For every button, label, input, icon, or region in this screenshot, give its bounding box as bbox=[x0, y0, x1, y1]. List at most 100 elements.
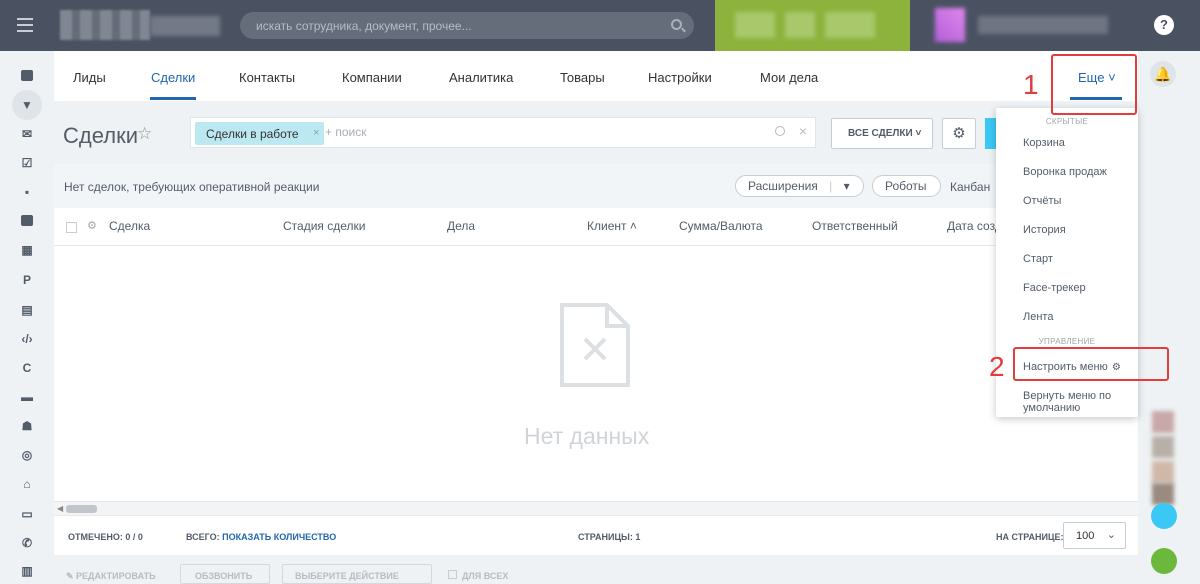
tab-deals[interactable]: Сделки bbox=[151, 70, 195, 85]
global-search bbox=[240, 12, 694, 39]
chevron-down-icon[interactable]: ▾ bbox=[844, 179, 850, 193]
extensions-button[interactable]: Расширения | ▾ bbox=[735, 175, 864, 197]
avatar[interactable] bbox=[1152, 461, 1174, 483]
select-action-dropdown[interactable]: ВЫБЕРИТЕ ДЕЙСТВИЕ bbox=[282, 564, 432, 584]
all-deals-button[interactable]: ВСЕ СДЕЛКИ ˅ bbox=[831, 118, 933, 149]
tasks-icon[interactable]: ☑ bbox=[18, 154, 36, 172]
global-search-input[interactable] bbox=[240, 12, 640, 39]
nav-letter-c[interactable]: C bbox=[18, 359, 36, 377]
code-icon[interactable]: ‹/› bbox=[18, 330, 36, 348]
mail-icon[interactable]: ✉ bbox=[18, 125, 36, 143]
total-count: ВСЕГО: ПОКАЗАТЬ КОЛИЧЕСТВО bbox=[186, 532, 336, 542]
column-header[interactable]: Дата созд bbox=[947, 219, 1002, 233]
active-tab-indicator bbox=[150, 97, 196, 100]
user-name[interactable] bbox=[978, 16, 1108, 34]
column-header[interactable]: Ответственный bbox=[812, 219, 898, 233]
tab-settings[interactable]: Настройки bbox=[648, 70, 712, 85]
highlight-box-2 bbox=[1013, 347, 1169, 381]
employees-icon[interactable]: ☗ bbox=[18, 417, 36, 435]
menu-item-face-tracker[interactable]: Face-трекер bbox=[1023, 282, 1086, 294]
scroll-thumb[interactable] bbox=[66, 505, 97, 513]
tab-analytics[interactable]: Аналитика bbox=[449, 70, 513, 85]
filter-search-input[interactable] bbox=[325, 125, 625, 139]
feed-icon[interactable] bbox=[18, 67, 36, 85]
book-icon[interactable]: ▤ bbox=[18, 301, 36, 319]
column-header[interactable]: Дела bbox=[447, 219, 475, 233]
group-actions-bar: ✎ РЕДАКТИРОВАТЬ ОБЗВОНИТЬ ВЫБЕРИТЕ ДЕЙСТ… bbox=[54, 561, 1138, 584]
gear-icon[interactable]: ⚙ bbox=[942, 118, 976, 149]
avatar[interactable] bbox=[1152, 436, 1174, 458]
tab-companies[interactable]: Компании bbox=[342, 70, 402, 85]
horizontal-scrollbar[interactable]: ◀ bbox=[54, 501, 1138, 515]
column-header[interactable]: Сделка bbox=[109, 219, 150, 233]
step-number-2: 2 bbox=[989, 351, 1005, 382]
open-lines-icon[interactable] bbox=[1151, 503, 1177, 529]
call-icon[interactable] bbox=[1151, 548, 1177, 574]
per-page-value: 100 bbox=[1076, 530, 1095, 542]
column-header[interactable]: Сумма/Валюта bbox=[679, 219, 763, 233]
drive-icon[interactable]: ▬ bbox=[18, 388, 36, 406]
search-icon[interactable] bbox=[775, 126, 785, 136]
menu-item-history[interactable]: История bbox=[1023, 224, 1066, 236]
column-header[interactable]: Клиент ˄ bbox=[587, 219, 637, 233]
select-all-checkbox[interactable] bbox=[66, 222, 77, 233]
filter-chip[interactable]: Сделки в работе × bbox=[195, 122, 324, 145]
apps-grid-icon[interactable]: ▦ bbox=[18, 241, 36, 259]
target-icon[interactable]: ◎ bbox=[18, 446, 36, 464]
bell-icon[interactable]: 🔔 bbox=[1150, 61, 1176, 87]
show-count-link[interactable]: ПОКАЗАТЬ КОЛИЧЕСТВО bbox=[222, 532, 336, 542]
work-status-block[interactable] bbox=[715, 0, 910, 51]
marked-value: 0 / 0 bbox=[125, 532, 143, 542]
reset-menu-item[interactable]: Вернуть меню по умолчанию bbox=[1023, 390, 1138, 414]
clear-icon[interactable]: × bbox=[799, 123, 807, 139]
hidden-section-title: СКРЫТЫЕ bbox=[1045, 117, 1089, 126]
avatar[interactable] bbox=[1152, 483, 1174, 505]
filter-chip-label: Сделки в работе bbox=[206, 127, 299, 141]
help-button[interactable]: ? bbox=[1154, 15, 1174, 35]
pages-label: СТРАНИЦЫ: bbox=[578, 532, 633, 542]
edit-button[interactable]: ✎ РЕДАКТИРОВАТЬ bbox=[66, 571, 156, 582]
tab-contacts[interactable]: Контакты bbox=[239, 70, 295, 85]
right-bar: 🔔 bbox=[1138, 51, 1200, 579]
robots-button[interactable]: Роботы bbox=[872, 175, 941, 197]
extensions-label: Расширения bbox=[748, 179, 818, 193]
store-icon[interactable]: ⌂ bbox=[18, 475, 36, 493]
tab-products[interactable]: Товары bbox=[560, 70, 605, 85]
contacts-card-icon[interactable] bbox=[18, 212, 36, 230]
nav-letter-p[interactable]: P bbox=[18, 271, 36, 289]
menu-item-sales-funnel[interactable]: Воронка продаж bbox=[1023, 166, 1107, 178]
grid-header: ⚙ Сделка Стадия сделки Дела Клиент ˄ Сум… bbox=[54, 208, 1138, 246]
scroll-left-icon[interactable]: ◀ bbox=[57, 504, 63, 513]
filter-funnel-icon[interactable]: ▼ bbox=[18, 96, 36, 114]
menu-item-trash[interactable]: Корзина bbox=[1023, 137, 1065, 149]
column-header[interactable]: Стадия сделки bbox=[283, 219, 365, 233]
search-icon[interactable] bbox=[671, 19, 682, 30]
bar-chart-icon[interactable]: ▥ bbox=[18, 562, 36, 580]
tab-my-activities[interactable]: Мои дела bbox=[760, 70, 818, 85]
star-icon[interactable]: ☆ bbox=[137, 124, 152, 144]
for-all-checkbox[interactable] bbox=[448, 570, 457, 579]
crm-tabs: Лиды Сделки Контакты Компании Аналитика … bbox=[54, 51, 1138, 101]
window-icon[interactable]: ▭ bbox=[18, 505, 36, 523]
divider: | bbox=[829, 179, 833, 193]
phone-icon[interactable]: ✆ bbox=[18, 534, 36, 552]
for-all-label: ДЛЯ ВСЕХ bbox=[462, 571, 509, 581]
tab-leads[interactable]: Лиды bbox=[73, 70, 106, 85]
menu-icon[interactable] bbox=[17, 18, 33, 32]
per-page-select[interactable]: 100 ⌄ bbox=[1063, 522, 1126, 549]
menu-item-feed[interactable]: Лента bbox=[1023, 311, 1053, 323]
menu-item-start[interactable]: Старт bbox=[1023, 253, 1053, 265]
close-icon[interactable]: × bbox=[313, 127, 319, 139]
chevron-down-icon: ⌄ bbox=[1106, 529, 1116, 541]
page-title: Сделки bbox=[63, 123, 138, 148]
deals-grid: ⚙ Сделка Стадия сделки Дела Клиент ˄ Сум… bbox=[54, 208, 1138, 515]
menu-item-reports[interactable]: Отчёты bbox=[1023, 195, 1061, 207]
pages-value[interactable]: 1 bbox=[635, 532, 640, 542]
avatar[interactable] bbox=[1152, 411, 1174, 433]
gear-icon[interactable]: ⚙ bbox=[87, 219, 97, 232]
kanban-view-link[interactable]: Канбан bbox=[950, 180, 990, 194]
call-button[interactable]: ОБЗВОНИТЬ bbox=[180, 564, 270, 584]
pages: СТРАНИЦЫ: 1 bbox=[578, 532, 640, 542]
avatar[interactable] bbox=[935, 8, 965, 42]
chat-icon[interactable]: ▪ bbox=[18, 183, 36, 201]
